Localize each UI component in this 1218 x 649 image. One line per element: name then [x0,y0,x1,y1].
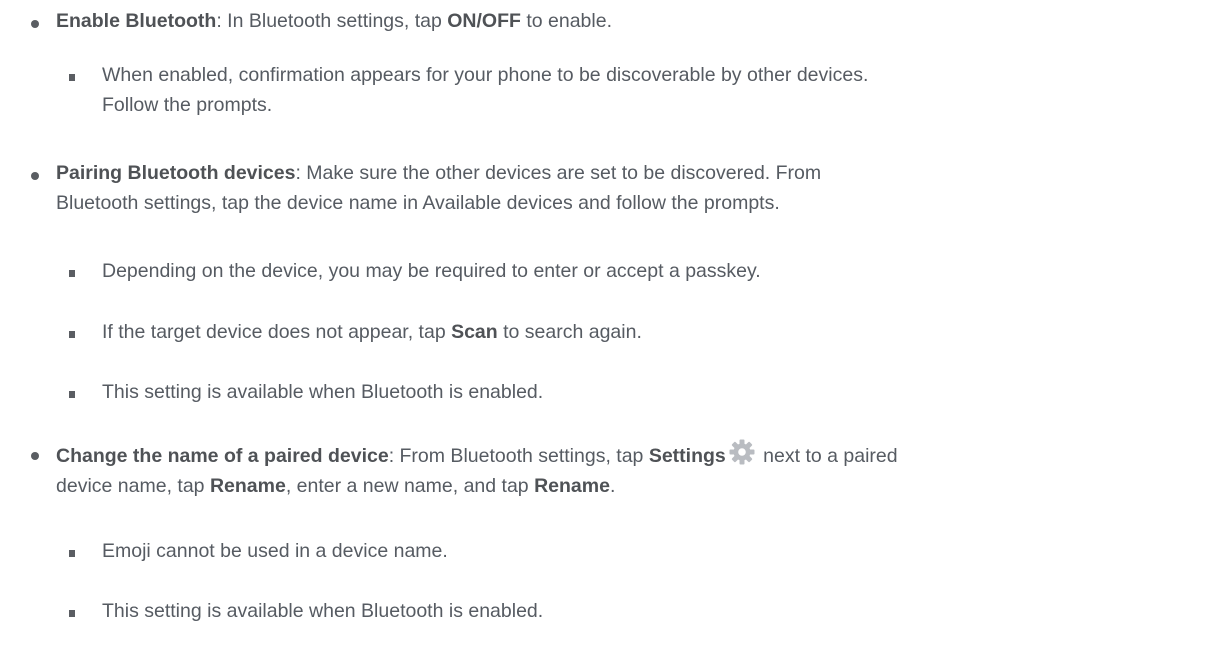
bullet-disc [31,452,39,460]
item-title: Change the name of a paired device [56,445,389,467]
bullet-disc [31,20,39,28]
gear-icon [728,438,756,466]
bullet-square [69,550,75,557]
item-title: Enable Bluetooth [56,10,217,32]
item-title: Pairing Bluetooth devices [56,162,296,184]
bullet-disc [31,172,39,180]
list-item-text: When enabled, confirmation appears for y… [102,64,869,116]
list-item-text: Enable Bluetooth: In Bluetooth settings,… [56,10,612,32]
bullet-square [69,270,75,277]
bullet-square [69,331,75,338]
list-item-text: Depending on the device, you may be requ… [102,260,761,282]
list-item-text: This setting is available when Bluetooth… [102,381,544,403]
bullet-square [69,74,75,81]
list-item-text: This setting is available when Bluetooth… [102,600,544,622]
list-item-text: Change the name of a paired device: From… [56,438,1206,501]
list-item-text: Pairing Bluetooth devices: Make sure the… [56,162,822,214]
gear-icon-svg [729,439,755,465]
bullet-square [69,391,75,398]
bullet-square [69,610,75,617]
list-item-text: If the target device does not appear, ta… [102,321,642,343]
list-item-text: Emoji cannot be used in a device name. [102,540,448,562]
